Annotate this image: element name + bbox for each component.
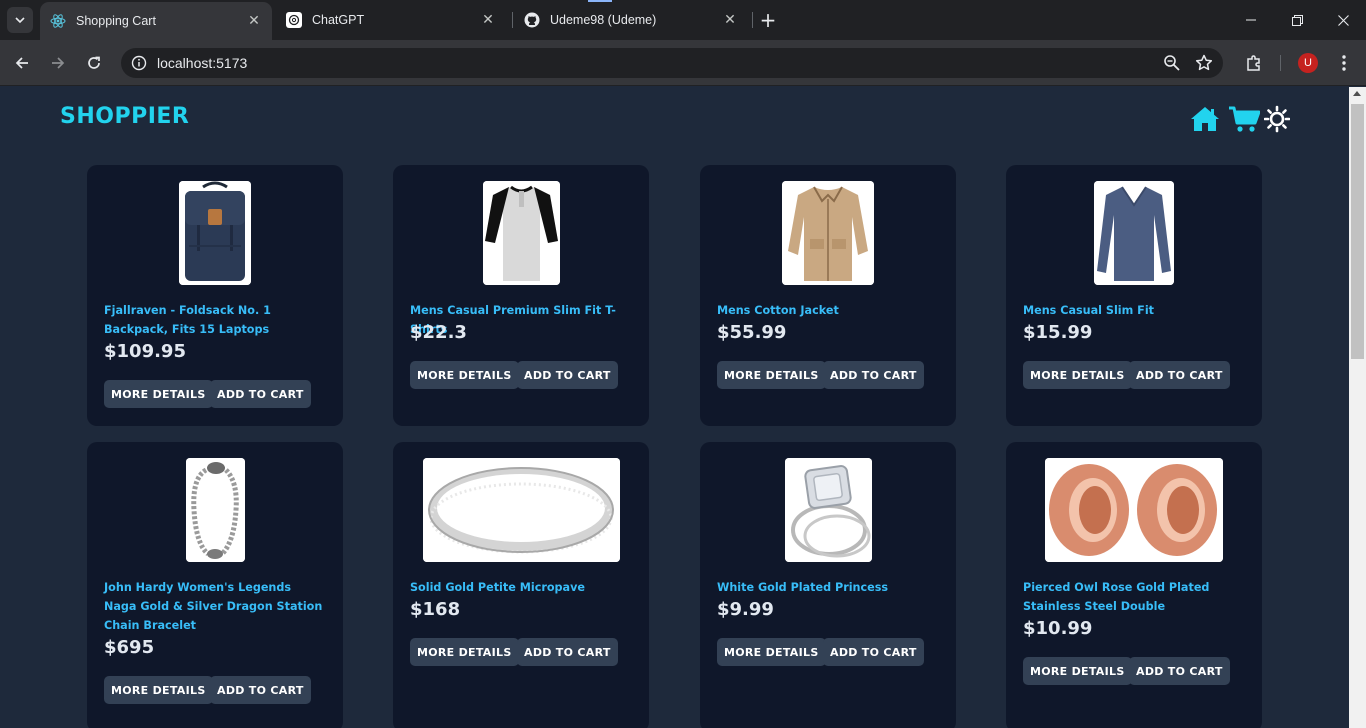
more-details-button[interactable]: MORE DETAILS (410, 361, 519, 389)
product-card: John Hardy Women's Legends Naga Gold & S… (87, 442, 343, 728)
more-details-button[interactable]: MORE DETAILS (717, 361, 826, 389)
page-viewport: SHOPPIER Fjallraven - Foldsack No. 1 Bac… (0, 87, 1349, 728)
product-card: White Gold Plated Princess $9.99 MORE DE… (700, 442, 956, 728)
product-price: $109.95 (104, 341, 186, 362)
tab-chatgpt[interactable]: ChatGPT ✕ (276, 0, 506, 40)
product-name[interactable]: Fjallraven - Foldsack No. 1 Backpack, Fi… (104, 301, 326, 339)
product-price: $9.99 (717, 599, 774, 620)
arrow-left-icon (15, 57, 28, 69)
url-text: localhost:5173 (157, 55, 248, 71)
product-image-micropave-ring[interactable] (422, 458, 620, 562)
restore-icon (1291, 14, 1303, 26)
tab-title: Udeme98 (Udeme) (550, 13, 657, 27)
product-price: $22.3 (410, 322, 467, 343)
new-tab-button[interactable]: + (758, 10, 778, 30)
tab-shopping-cart[interactable]: Shopping Cart ✕ (40, 2, 272, 40)
product-card: Fjallraven - Foldsack No. 1 Backpack, Fi… (87, 165, 343, 426)
cart-icon[interactable] (1228, 105, 1260, 133)
restore-button[interactable] (1274, 0, 1320, 40)
chatgpt-icon (286, 12, 302, 28)
back-button[interactable] (8, 49, 36, 77)
product-card: Solid Gold Petite Micropave $168 MORE DE… (393, 442, 649, 728)
brand-logo[interactable]: SHOPPIER (60, 104, 189, 129)
minimize-button[interactable] (1228, 0, 1274, 40)
product-name[interactable]: Solid Gold Petite Micropave (410, 578, 632, 597)
add-to-cart-button[interactable]: ADD TO CART (1129, 657, 1230, 685)
react-icon (50, 14, 66, 28)
product-price: $55.99 (717, 322, 787, 343)
menu-kebab-icon[interactable] (1334, 53, 1354, 73)
tab-separator (512, 12, 513, 28)
product-image-chain-bracelet[interactable] (185, 458, 245, 562)
product-name[interactable]: Mens Cotton Jacket (717, 301, 939, 320)
product-image-princess-ring[interactable] (784, 458, 872, 562)
forward-button[interactable] (44, 49, 72, 77)
close-tab-icon[interactable]: ✕ (722, 12, 738, 28)
product-name[interactable]: Pierced Owl Rose Gold Plated Stainless S… (1023, 578, 1245, 616)
product-card: Mens Casual Premium Slim Fit T-Shirts $2… (393, 165, 649, 426)
chevron-down-icon (15, 17, 25, 24)
close-tab-icon[interactable]: ✕ (246, 13, 262, 29)
reload-icon (88, 56, 100, 69)
profile-avatar[interactable]: U (1298, 53, 1318, 73)
product-name[interactable]: Mens Casual Slim Fit (1023, 301, 1245, 320)
more-details-button[interactable]: MORE DETAILS (104, 676, 213, 704)
more-details-button[interactable]: MORE DETAILS (1023, 361, 1132, 389)
product-price: $168 (410, 599, 461, 620)
more-details-button[interactable]: MORE DETAILS (410, 638, 519, 666)
product-price: $10.99 (1023, 618, 1093, 639)
product-image-cotton-jacket[interactable] (782, 181, 874, 285)
product-image-longsleeve-shirt[interactable] (1094, 181, 1174, 285)
add-to-cart-button[interactable]: ADD TO CART (823, 361, 924, 389)
reload-button[interactable] (80, 49, 108, 77)
tab-separator (752, 12, 753, 28)
site-info-icon[interactable] (131, 55, 147, 71)
address-bar[interactable]: localhost:5173 (121, 48, 1223, 78)
product-card: Pierced Owl Rose Gold Plated Stainless S… (1006, 442, 1262, 728)
toolbar-divider (1280, 55, 1281, 71)
scroll-up-arrow-icon[interactable] (1353, 91, 1361, 96)
browser-tabstrip: Shopping Cart ✕ ChatGPT ✕ Udeme98 (Udeme… (0, 0, 1366, 40)
tab-title: Shopping Cart (76, 14, 156, 28)
tab-search-button[interactable] (7, 7, 33, 33)
bookmark-star-icon[interactable] (1195, 54, 1213, 72)
scrollbar-thumb[interactable] (1351, 104, 1364, 359)
tab-github[interactable]: Udeme98 (Udeme) ✕ (514, 0, 748, 40)
product-price: $695 (104, 637, 155, 658)
more-details-button[interactable]: MORE DETAILS (717, 638, 826, 666)
product-card: Mens Casual Slim Fit $15.99 MORE DETAILS… (1006, 165, 1262, 426)
product-image-backpack[interactable] (179, 181, 251, 285)
product-card: Mens Cotton Jacket $55.99 MORE DETAILS A… (700, 165, 956, 426)
product-image-rose-gold-tunnels[interactable] (1045, 458, 1223, 562)
arrow-right-icon (52, 57, 65, 69)
add-to-cart-button[interactable]: ADD TO CART (517, 361, 618, 389)
add-to-cart-button[interactable]: ADD TO CART (517, 638, 618, 666)
add-to-cart-button[interactable]: ADD TO CART (210, 380, 311, 408)
home-icon[interactable] (1190, 105, 1220, 133)
add-to-cart-button[interactable]: ADD TO CART (823, 638, 924, 666)
tab-title: ChatGPT (312, 13, 365, 27)
add-to-cart-button[interactable]: ADD TO CART (210, 676, 311, 704)
add-to-cart-button[interactable]: ADD TO CART (1129, 361, 1230, 389)
product-name[interactable]: John Hardy Women's Legends Naga Gold & S… (104, 578, 326, 635)
product-price: $15.99 (1023, 322, 1093, 343)
product-name[interactable]: White Gold Plated Princess (717, 578, 939, 597)
github-icon (524, 12, 540, 28)
extensions-icon[interactable] (1244, 53, 1264, 73)
minimize-icon (1246, 19, 1256, 21)
zoom-icon[interactable] (1163, 54, 1181, 72)
more-details-button[interactable]: MORE DETAILS (1023, 657, 1132, 685)
more-details-button[interactable]: MORE DETAILS (104, 380, 213, 408)
close-icon (1337, 14, 1349, 26)
page-scrollbar[interactable] (1349, 87, 1366, 728)
close-window-button[interactable] (1320, 0, 1366, 40)
close-tab-icon[interactable]: ✕ (480, 12, 496, 28)
product-image-raglan-tshirt[interactable] (482, 181, 560, 285)
theme-toggle-sun-icon[interactable] (1264, 105, 1290, 133)
